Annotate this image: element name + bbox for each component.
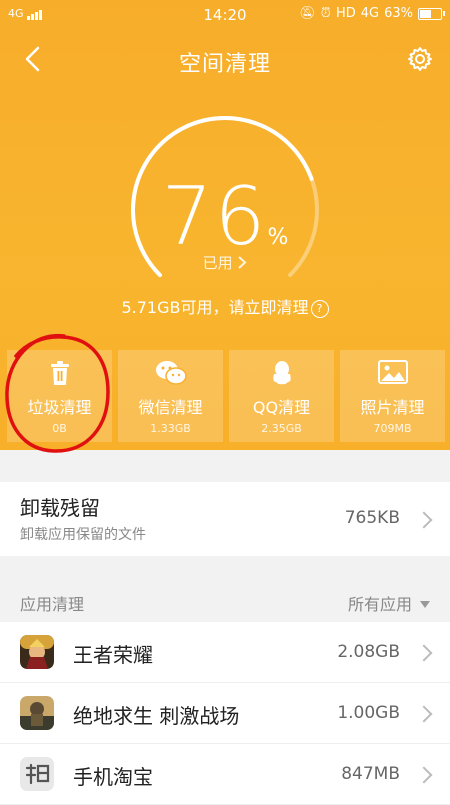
card-size: 2.35GB: [261, 422, 302, 435]
app-size: 1.00GB: [337, 703, 400, 723]
app-name: 手机淘宝: [73, 765, 153, 789]
network-type-2: 4G: [360, 6, 380, 21]
status-icons: 🔕︎ ⏰︎ HD 4G 63%: [299, 6, 445, 21]
gear-icon[interactable]: [406, 45, 434, 73]
alarm-icon: ⏰︎: [320, 6, 331, 21]
clean-categories: 垃圾清理 0B 微信清理 1.33GB QQ清理 2.35GB 照片清理 709…: [7, 350, 445, 442]
residual-title: 卸载残留: [20, 496, 100, 520]
taobao-icon: [20, 757, 54, 791]
section-title: 应用清理: [20, 595, 85, 614]
used-label: 已用: [202, 254, 233, 272]
app-row[interactable]: 王者荣耀 2.08GB: [0, 622, 450, 683]
uninstall-residual-row[interactable]: 卸载残留 卸载应用保留的文件 765KB: [0, 482, 450, 556]
page-title: 空间清理: [178, 52, 271, 77]
app-row[interactable]: 绝地求生 刺激战场 1.00GB: [0, 683, 450, 744]
dropdown-arrow-icon: [420, 601, 430, 608]
chevron-right-icon: [415, 511, 433, 529]
card-photo-clean[interactable]: 照片清理 709MB: [340, 350, 445, 442]
mute-icon: 🔕︎: [299, 6, 316, 21]
chevron-right-icon: [415, 705, 433, 723]
header-panel: 4G 14:20 🔕︎ ⏰︎ HD 4G 63% 空间清理 76% 已用 5.7…: [0, 0, 450, 450]
usage-unit: %: [267, 225, 289, 250]
card-wechat-clean[interactable]: 微信清理 1.33GB: [118, 350, 223, 442]
available-text: 5.71GB可用，请立即清理: [121, 298, 309, 317]
help-icon[interactable]: ?: [310, 300, 329, 318]
card-label: QQ清理: [252, 398, 311, 417]
qq-icon: [229, 360, 334, 386]
card-qq-clean[interactable]: QQ清理 2.35GB: [229, 350, 334, 442]
chevron-right-icon: [238, 256, 247, 269]
chevron-right-icon: [415, 644, 433, 662]
app-size: 847MB: [341, 764, 400, 784]
app-name: 王者荣耀: [73, 643, 153, 667]
photo-icon: [340, 360, 445, 386]
title-bar: 空间清理: [0, 38, 450, 82]
honor-of-kings-icon: [20, 635, 54, 669]
card-label: 垃圾清理: [27, 398, 92, 417]
status-bar: 4G 14:20 🔕︎ ⏰︎ HD 4G 63%: [0, 0, 450, 30]
card-label: 微信清理: [138, 398, 203, 417]
card-size: 0B: [52, 422, 67, 435]
trash-icon: [7, 360, 112, 386]
usage-value: 76: [161, 170, 268, 263]
battery-percent: 63%: [384, 6, 413, 21]
app-list: 王者荣耀 2.08GB 绝地求生 刺激战场 1.00GB 手机淘宝 847MB: [0, 622, 450, 805]
card-size: 709MB: [373, 422, 412, 435]
battery-icon: [418, 7, 445, 20]
card-size: 1.33GB: [150, 422, 191, 435]
usage-percent: 76%: [0, 170, 450, 263]
available-space: 5.71GB可用，请立即清理?: [0, 294, 450, 318]
hd-indicator: HD: [335, 6, 356, 21]
wechat-icon: [118, 360, 223, 386]
filter-label: 所有应用: [347, 595, 412, 614]
app-size: 2.08GB: [337, 642, 400, 662]
pubg-icon: [20, 696, 54, 730]
app-name: 绝地求生 刺激战场: [73, 704, 240, 728]
residual-size: 765KB: [344, 508, 400, 528]
app-clean-section-header: 应用清理 所有应用: [0, 582, 450, 622]
residual-subtitle: 卸载应用保留的文件: [20, 527, 146, 543]
used-link[interactable]: 已用: [0, 252, 450, 273]
card-junk-clean[interactable]: 垃圾清理 0B: [7, 350, 112, 442]
app-filter-dropdown[interactable]: 所有应用: [348, 591, 430, 615]
chevron-right-icon: [415, 766, 433, 784]
app-row[interactable]: 手机淘宝 847MB: [0, 744, 450, 805]
card-label: 照片清理: [360, 398, 425, 417]
